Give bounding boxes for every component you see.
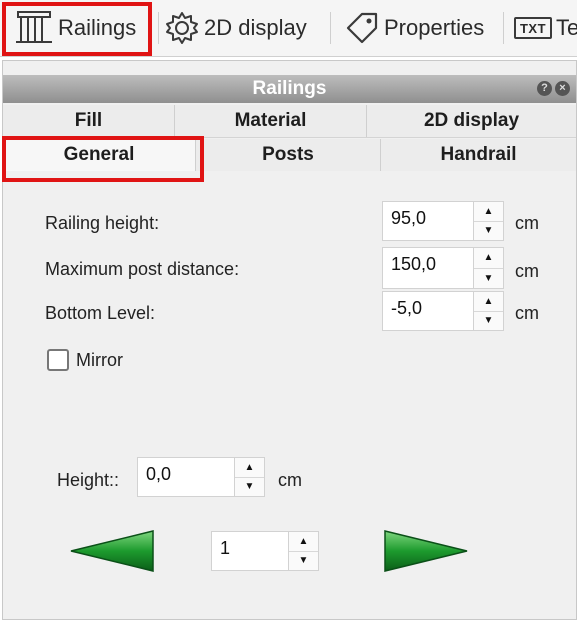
- decrement-button[interactable]: ▼: [235, 478, 264, 497]
- bottom-level-label: Bottom Level:: [45, 303, 156, 323]
- tab-row-1: Fill Material 2D display: [3, 105, 576, 138]
- toolbar-2d-display-button[interactable]: 2D display: [164, 0, 307, 56]
- tab-2d-display[interactable]: 2D display: [367, 105, 576, 137]
- max-post-distance-unit: cm: [515, 261, 539, 281]
- height-spinner[interactable]: 0,0 ▲ ▼: [137, 457, 265, 497]
- max-post-distance-spinner[interactable]: 150,0 ▲ ▼: [382, 247, 504, 289]
- toolbar-text-label: Te: [556, 15, 577, 40]
- page-spinner[interactable]: 1 ▲ ▼: [211, 531, 319, 571]
- height-input[interactable]: 0,0: [137, 457, 235, 497]
- increment-button[interactable]: ▲: [235, 458, 264, 478]
- toolbar-separator: [503, 12, 504, 44]
- tab-posts[interactable]: Posts: [196, 139, 381, 171]
- bottom-level-input[interactable]: -5,0: [382, 291, 474, 331]
- decrement-button[interactable]: ▼: [474, 222, 503, 241]
- max-post-distance-input[interactable]: 150,0: [382, 247, 474, 289]
- increment-button[interactable]: ▲: [289, 532, 318, 552]
- toolbar-text-button[interactable]: TXT Te: [514, 0, 577, 56]
- railing-height-spinner[interactable]: 95,0 ▲ ▼: [382, 201, 504, 241]
- page-input[interactable]: 1: [211, 531, 289, 571]
- toolbar-properties-button[interactable]: Properties: [344, 0, 484, 56]
- gear-icon: [166, 12, 198, 44]
- increment-button[interactable]: ▲: [474, 292, 503, 312]
- bottom-level-spinner[interactable]: -5,0 ▲ ▼: [382, 291, 504, 331]
- close-icon[interactable]: ×: [555, 81, 570, 96]
- max-post-distance-label: Maximum post distance:: [45, 259, 240, 279]
- general-tab-highlight-box: [2, 136, 204, 182]
- decrement-button[interactable]: ▼: [474, 269, 503, 289]
- toolbar-properties-label: Properties: [384, 15, 485, 40]
- decrement-button[interactable]: ▼: [289, 552, 318, 571]
- height-unit: cm: [278, 470, 302, 490]
- mirror-checkbox[interactable]: [47, 349, 69, 371]
- panel-title: Railings: [252, 78, 327, 99]
- toolbar-separator: [330, 12, 331, 44]
- bottom-level-unit: cm: [515, 303, 539, 323]
- railing-height-unit: cm: [515, 213, 539, 233]
- previous-arrow-icon[interactable]: [67, 529, 159, 573]
- next-arrow-icon[interactable]: [379, 529, 471, 573]
- tab-handrail[interactable]: Handrail: [381, 139, 576, 171]
- decrement-button[interactable]: ▼: [474, 312, 503, 331]
- toolbar-separator: [158, 12, 159, 44]
- height-label: Height::: [57, 470, 120, 490]
- help-icon[interactable]: ?: [537, 81, 552, 96]
- mirror-label: Mirror: [76, 350, 123, 370]
- top-toolbar: Railings 2D display Properties TXT Te: [0, 0, 577, 57]
- railing-height-label: Railing height:: [45, 213, 160, 233]
- railings-highlight-box: [2, 2, 152, 56]
- railing-height-input[interactable]: 95,0: [382, 201, 474, 241]
- tab-material[interactable]: Material: [175, 105, 367, 137]
- general-tab-content: Railing height: 95,0 ▲ ▼ cm Maximum post…: [3, 173, 576, 619]
- tag-icon: [346, 12, 378, 44]
- txt-icon: TXT: [514, 17, 552, 39]
- panel-titlebar: Railings ? ×: [3, 75, 576, 103]
- toolbar-2d-display-label: 2D display: [204, 15, 307, 40]
- increment-button[interactable]: ▲: [474, 248, 503, 269]
- increment-button[interactable]: ▲: [474, 202, 503, 222]
- tab-fill[interactable]: Fill: [3, 105, 175, 137]
